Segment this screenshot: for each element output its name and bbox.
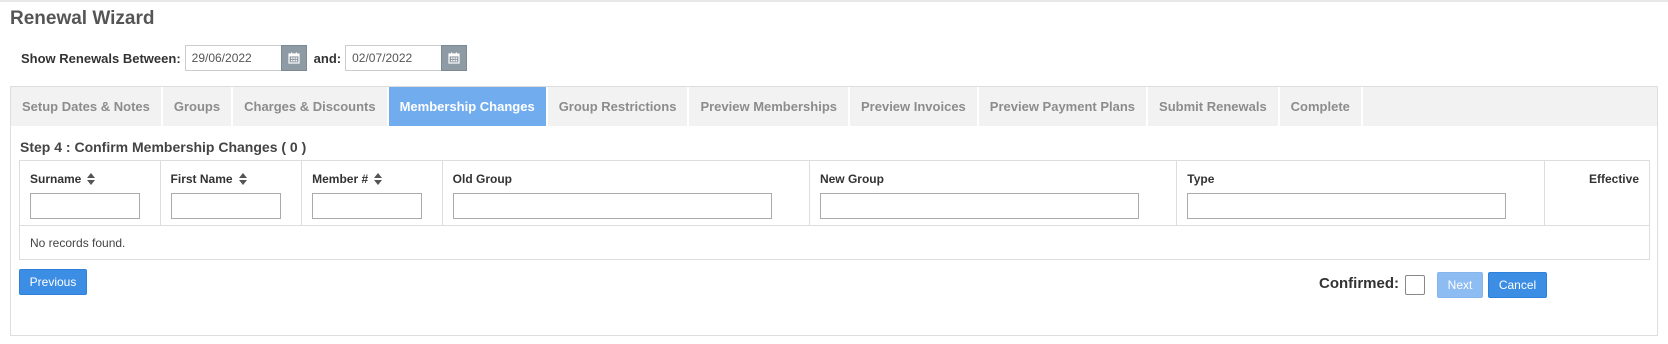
tab-charges-discounts[interactable]: Charges & Discounts (233, 87, 389, 126)
cancel-button[interactable]: Cancel (1488, 272, 1547, 298)
start-date-calendar-button[interactable] (280, 45, 307, 71)
old-group-filter-input[interactable] (452, 193, 772, 219)
and-label: and: (313, 50, 342, 66)
tab-complete[interactable]: Complete (1279, 87, 1363, 126)
column-header-label[interactable]: Member # (312, 171, 432, 187)
tab-setup-dates-notes[interactable]: Setup Dates & Notes (11, 87, 163, 126)
start-date-group (184, 45, 307, 71)
column-type: Type (1176, 160, 1545, 226)
wizard-panel: Setup Dates & Notes Groups Charges & Dis… (10, 86, 1658, 336)
table-header-row: Surname First Name Member # Old Group Ne… (19, 160, 1651, 226)
page-title: Renewal Wizard (10, 8, 155, 29)
tab-group-restrictions[interactable]: Group Restrictions (547, 87, 690, 126)
confirmed-label: Confirmed: (1319, 275, 1399, 292)
member-number-header[interactable]: Member # (312, 172, 368, 186)
membership-changes-table: Surname First Name Member # Old Group Ne… (19, 160, 1651, 260)
column-header-label: Old Group (453, 171, 799, 187)
column-member-number: Member # (301, 160, 443, 226)
column-first-name: First Name (159, 160, 303, 226)
wizard-tabs: Setup Dates & Notes Groups Charges & Dis… (11, 87, 1657, 126)
old-group-header: Old Group (452, 172, 512, 186)
first-name-header[interactable]: First Name (171, 172, 233, 186)
column-effective: Effective (1543, 160, 1651, 226)
previous-button[interactable]: Previous (19, 269, 87, 295)
empty-message: No records found. (19, 225, 1650, 260)
next-button[interactable]: Next (1437, 272, 1483, 298)
step-title: Step 4 : Confirm Membership Changes ( 0 … (20, 139, 307, 155)
table-row: No records found. (19, 225, 1650, 260)
type-header: Type (1187, 172, 1215, 186)
column-header-label[interactable]: First Name (171, 171, 292, 187)
member-number-filter-input[interactable] (312, 193, 423, 219)
end-date-group (345, 45, 468, 71)
end-date-calendar-button[interactable] (441, 45, 468, 71)
first-name-filter-input[interactable] (170, 193, 281, 219)
column-header-label: New Group (820, 171, 1166, 187)
column-old-group: Old Group (441, 160, 810, 226)
column-new-group: New Group (808, 160, 1178, 226)
calendar-icon (288, 52, 300, 64)
type-filter-input[interactable] (1187, 193, 1507, 219)
tab-preview-memberships[interactable]: Preview Memberships (689, 87, 850, 126)
confirmed-checkbox[interactable] (1405, 275, 1425, 295)
new-group-header: New Group (819, 172, 884, 186)
sort-icon[interactable] (238, 173, 247, 185)
column-header-label[interactable]: Surname (30, 171, 150, 187)
tab-membership-changes[interactable]: Membership Changes (388, 87, 548, 126)
new-group-filter-input[interactable] (819, 193, 1139, 219)
surname-header[interactable]: Surname (30, 172, 81, 186)
sort-icon[interactable] (87, 173, 96, 185)
start-date-input[interactable] (184, 45, 281, 71)
column-header-label: Type (1187, 171, 1533, 187)
column-header-label: Effective (1555, 171, 1639, 187)
tab-preview-payment-plans[interactable]: Preview Payment Plans (978, 87, 1149, 126)
top-divider (0, 0, 1668, 2)
tab-groups[interactable]: Groups (162, 87, 234, 126)
end-date-input[interactable] (345, 45, 442, 71)
sort-icon[interactable] (374, 173, 383, 185)
show-renewals-label: Show Renewals Between: (21, 50, 181, 66)
date-filter-row: Show Renewals Between: and: (21, 45, 468, 71)
surname-filter-input[interactable] (30, 193, 140, 219)
column-surname: Surname (19, 160, 161, 226)
calendar-icon (448, 52, 460, 64)
tab-submit-renewals[interactable]: Submit Renewals (1148, 87, 1280, 126)
effective-header: Effective (1588, 172, 1639, 186)
tab-preview-invoices[interactable]: Preview Invoices (850, 87, 979, 126)
